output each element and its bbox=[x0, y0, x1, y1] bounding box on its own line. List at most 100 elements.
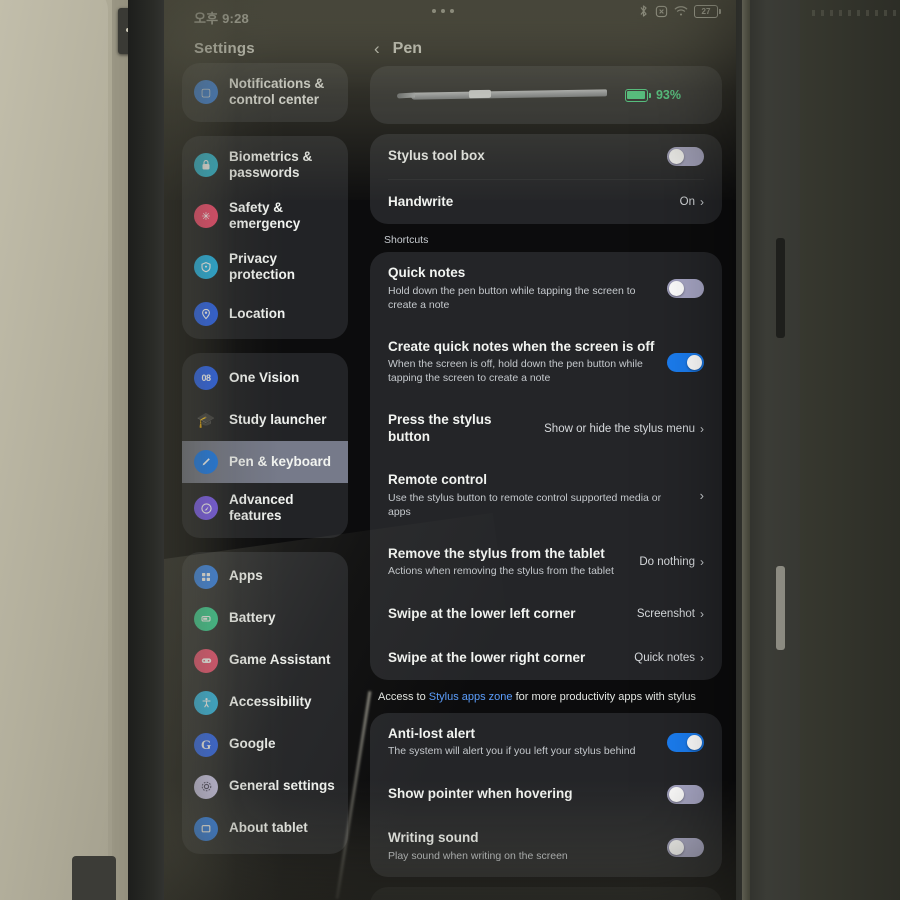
row-subtitle: Use the stylus button to remote control … bbox=[388, 491, 662, 518]
bluetooth-icon bbox=[640, 5, 647, 17]
sidebar-item-location[interactable]: Location bbox=[182, 293, 348, 335]
row-firmware-update[interactable]: Firmware update bbox=[370, 887, 722, 900]
sidebar-item-label: Game Assistant bbox=[229, 652, 331, 668]
row-title: Swipe at the lower left corner bbox=[388, 605, 576, 621]
battery-icon bbox=[194, 606, 218, 631]
side-button-upper[interactable] bbox=[776, 238, 785, 338]
stylus-apps-zone-link[interactable]: Stylus apps zone bbox=[429, 691, 513, 703]
row-value-label: Do nothing bbox=[639, 556, 695, 569]
sidebar-item-label: One Vision bbox=[229, 369, 300, 385]
pen-basic-card: Stylus tool box Handwrite On › bbox=[370, 134, 722, 224]
sidebar-item-google[interactable]: G Google bbox=[182, 724, 348, 766]
sidebar-item-label: Notifications & control center bbox=[229, 76, 325, 108]
sidebar-item-biometrics[interactable]: Biometrics & passwords bbox=[182, 140, 348, 191]
notifications-icon: ▢ bbox=[194, 80, 218, 105]
status-bar-clock: 오후 9:28 bbox=[194, 10, 249, 26]
sos-icon: ✳ bbox=[194, 204, 218, 229]
google-icon: G bbox=[194, 732, 218, 757]
tablet-case-bottom-clip bbox=[72, 856, 116, 900]
row-value-label: Screenshot bbox=[636, 608, 695, 621]
row-swipe-lower-right[interactable]: Swipe at the lower right corner Quick no… bbox=[370, 636, 722, 680]
row-show-pointer-hovering[interactable]: Show pointer when hovering bbox=[370, 772, 722, 817]
sidebar-item-accessibility[interactable]: Accessibility bbox=[182, 682, 348, 724]
toggle-anti-lost-alert[interactable] bbox=[667, 732, 704, 752]
toggle-stylus-tool-box[interactable] bbox=[667, 147, 704, 166]
row-remote-control[interactable]: Remote control Use the stylus button to … bbox=[370, 459, 722, 533]
sidebar-item-label: About tablet bbox=[229, 820, 308, 836]
row-value: On › bbox=[680, 195, 704, 209]
sidebar-item-apps[interactable]: Apps bbox=[182, 556, 348, 598]
row-value-label: Quick notes bbox=[634, 652, 695, 665]
sidebar-group-1: ▢ Notifications & control center bbox=[182, 63, 348, 122]
tablet-screen: 오후 9:28 27 Settings ▢ Notifications & co… bbox=[164, 0, 736, 900]
row-title: Handwrite bbox=[388, 193, 454, 209]
sidebar-item-label: Apps bbox=[229, 568, 263, 584]
sidebar-item-pen-keyboard[interactable]: Pen & keyboard bbox=[182, 440, 348, 483]
advanced-features-icon bbox=[194, 496, 218, 521]
toggle-show-pointer-hovering[interactable] bbox=[667, 785, 704, 805]
sidebar-item-label: General settings bbox=[229, 778, 335, 794]
sidebar-item-label: Battery bbox=[229, 610, 276, 626]
tablet-case-cover-inner bbox=[0, 0, 108, 900]
side-button-lower[interactable] bbox=[776, 566, 785, 650]
row-handwrite[interactable]: Handwrite On › bbox=[370, 180, 722, 224]
row-anti-lost-alert[interactable]: Anti-lost alert The system will alert yo… bbox=[370, 713, 722, 773]
row-value: Quick notes › bbox=[634, 651, 704, 665]
row-title: Show pointer when hovering bbox=[388, 786, 573, 802]
location-pin-icon bbox=[194, 301, 218, 326]
stylus-illustration bbox=[396, 89, 607, 100]
gamepad-icon bbox=[194, 648, 218, 673]
sidebar-item-general-settings[interactable]: General settings bbox=[182, 766, 348, 808]
sidebar-item-label: Google bbox=[229, 736, 276, 752]
sidebar-item-safety[interactable]: ✳ Safety & emergency bbox=[182, 191, 348, 242]
toggle-writing-sound[interactable] bbox=[667, 837, 704, 857]
row-value-label: On bbox=[679, 196, 695, 208]
chevron-right-icon: › bbox=[700, 607, 704, 622]
stylus-apps-zone-note: Access to Stylus apps zone for more prod… bbox=[378, 690, 728, 704]
row-quick-notes[interactable]: Quick notes Hold down the pen button whi… bbox=[370, 252, 722, 326]
toggle-quick-notes[interactable] bbox=[667, 279, 704, 299]
sidebar-item-about-tablet[interactable]: About tablet bbox=[182, 808, 348, 850]
case-back-panel bbox=[800, 0, 900, 900]
note-suffix: for more productivity apps with stylus bbox=[512, 691, 696, 704]
pane-header: ‹ Pen bbox=[366, 32, 728, 66]
sidebar-item-label: Study launcher bbox=[229, 411, 327, 427]
row-remove-stylus[interactable]: Remove the stylus from the tablet Action… bbox=[370, 533, 722, 593]
row-title: Stylus tool box bbox=[388, 148, 485, 164]
row-swipe-lower-left[interactable]: Swipe at the lower left corner Screensho… bbox=[370, 592, 722, 636]
sidebar-item-one-vision[interactable]: 08 One Vision bbox=[182, 357, 348, 399]
status-bar: 오후 9:28 27 bbox=[164, 0, 736, 34]
tablet-bezel-left bbox=[128, 0, 164, 900]
pen-icon bbox=[194, 449, 218, 474]
row-subtitle: Actions when removing the stylus from th… bbox=[388, 565, 614, 578]
sidebar-item-label: Privacy protection bbox=[229, 250, 295, 283]
row-press-stylus-button[interactable]: Press the stylus button Show or hide the… bbox=[370, 399, 722, 459]
toggle-quick-notes-screen-off[interactable] bbox=[667, 352, 704, 372]
row-value: Show or hide the stylus menu › bbox=[544, 422, 704, 436]
sidebar-item-advanced-features[interactable]: Advanced features bbox=[182, 483, 348, 534]
sidebar-group-3: 08 One Vision 🎓 Study launcher Pen & key… bbox=[182, 352, 348, 538]
sidebar-item-study-launcher[interactable]: 🎓 Study launcher bbox=[182, 399, 348, 441]
chevron-right-icon: › bbox=[699, 488, 704, 504]
sidebar-item-battery[interactable]: Battery bbox=[182, 598, 348, 640]
status-bar-icons: 27 bbox=[638, 4, 721, 18]
row-title: Anti-lost alert bbox=[388, 725, 476, 741]
sidebar-item-privacy[interactable]: Privacy protection bbox=[182, 242, 348, 293]
sidebar-item-notifications[interactable]: ▢ Notifications & control center bbox=[182, 67, 348, 118]
shortcuts-card: Quick notes Hold down the pen button whi… bbox=[370, 252, 722, 681]
sidebar-group-2: Biometrics & passwords ✳ Safety & emerge… bbox=[182, 135, 348, 339]
accessibility-icon bbox=[194, 690, 218, 715]
shield-icon bbox=[194, 255, 218, 280]
row-writing-sound[interactable]: Writing sound Play sound when writing on… bbox=[370, 817, 722, 877]
row-stylus-tool-box[interactable]: Stylus tool box bbox=[370, 134, 722, 179]
row-quick-notes-screen-off[interactable]: Create quick notes when the screen is of… bbox=[370, 326, 722, 400]
wifi-icon bbox=[674, 6, 688, 16]
pen-extra-card: Anti-lost alert The system will alert yo… bbox=[370, 712, 722, 878]
row-title: Writing sound bbox=[388, 830, 479, 846]
row-title: Quick notes bbox=[388, 265, 466, 280]
chevron-left-icon[interactable]: ‹ bbox=[374, 39, 380, 59]
photo-background: 오후 9:28 27 Settings ▢ Notifications & co… bbox=[0, 0, 900, 900]
sidebar-item-game-assistant[interactable]: Game Assistant bbox=[182, 640, 348, 682]
pen-settings-pane: ‹ Pen 93% Stylus tool box Handwrite On ›… bbox=[366, 32, 728, 900]
sidebar-item-label: Location bbox=[229, 305, 286, 321]
